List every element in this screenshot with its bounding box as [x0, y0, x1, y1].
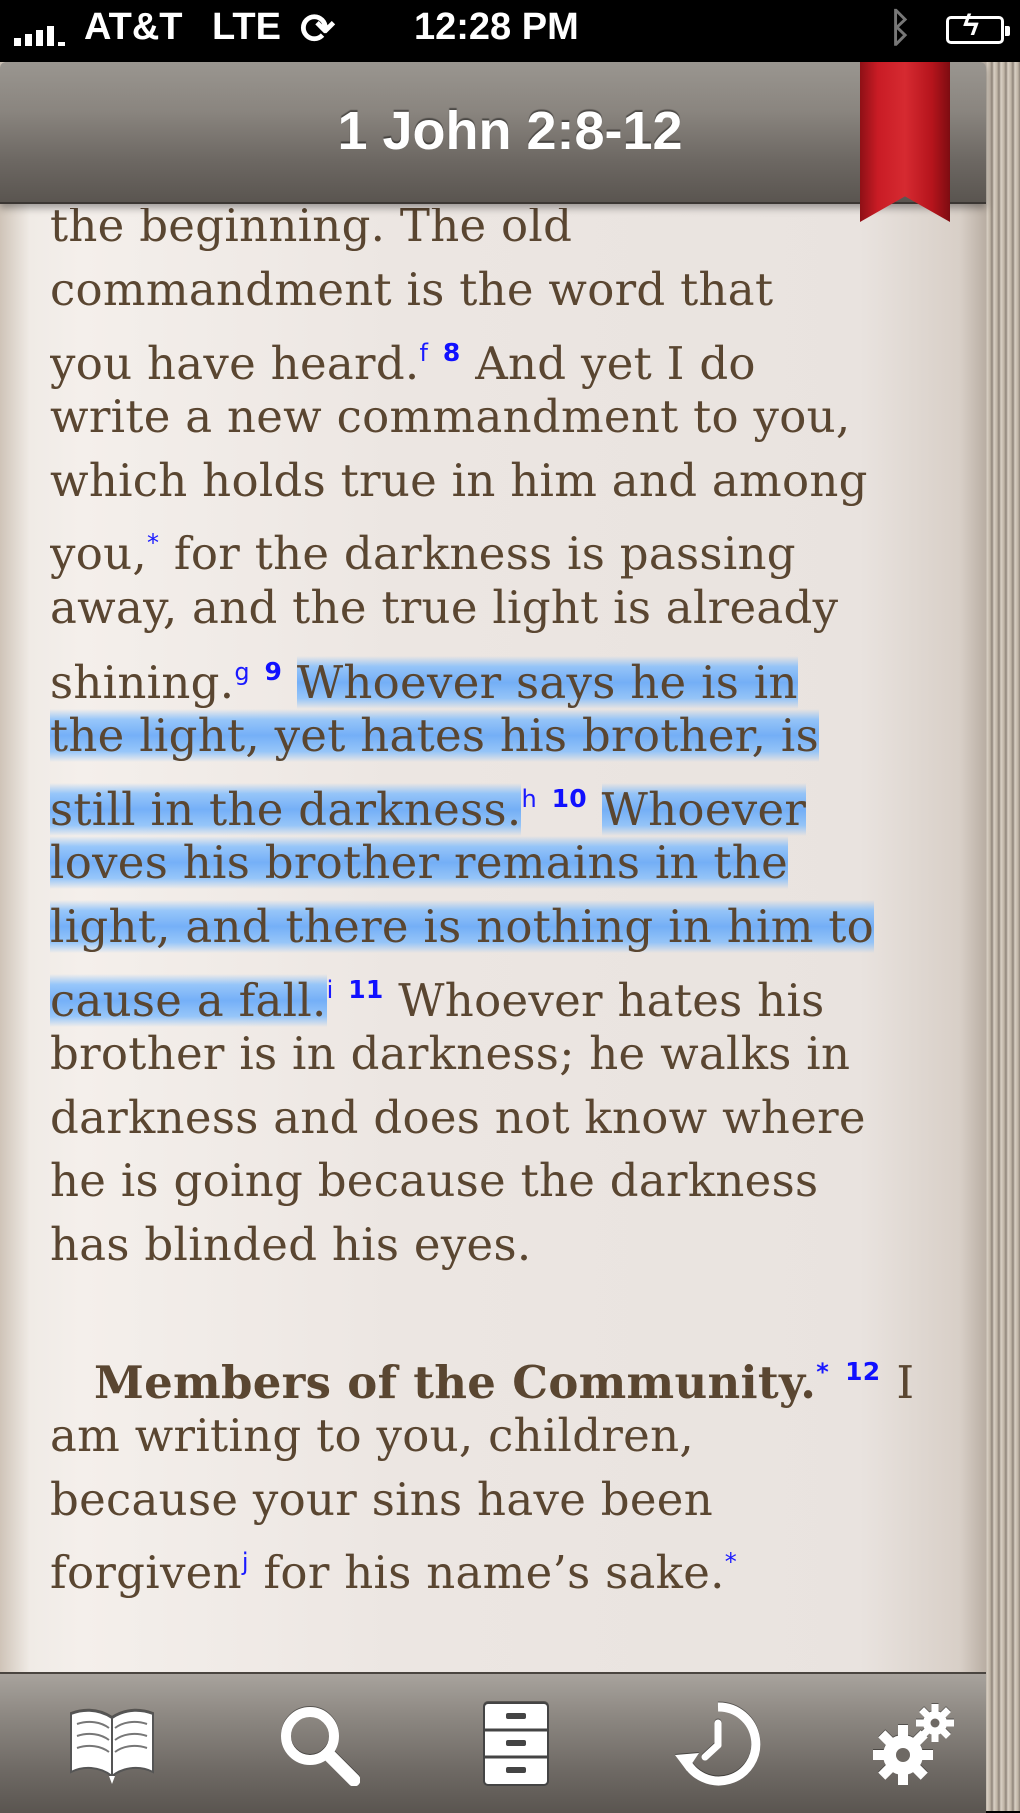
highlighted-text[interactable]: light, and there is nothing in him to — [50, 899, 875, 953]
section-heading: Members of the Community. — [94, 1356, 817, 1410]
verse-number: 10 — [551, 784, 587, 814]
highlighted-text[interactable]: the light, yet hates his brother, is — [50, 708, 819, 762]
page: the beginning. The old commandment is th… — [0, 62, 986, 1672]
bluetooth-icon: ᛒ — [888, 6, 912, 50]
text-line: has blinded his eyes. — [50, 1218, 532, 1271]
text-line: commandment is the word that — [50, 262, 774, 316]
text-run: shining. — [50, 655, 235, 709]
text-run: I — [896, 1356, 915, 1410]
text-line: darkness and does not know where — [50, 1090, 866, 1144]
text-line: he is going because the darkness — [50, 1154, 819, 1208]
text-line: brother is in darkness; he walks in — [50, 1026, 851, 1080]
signal-strength-icon — [14, 20, 65, 46]
notes-button[interactable] — [468, 1696, 564, 1792]
text-run: forgiven — [50, 1546, 242, 1600]
open-book-icon — [70, 1709, 154, 1784]
text-line: forgivenj for his name’s sake.* — [50, 1531, 915, 1599]
reader-view: the beginning. The old commandment is th… — [0, 62, 1020, 1813]
footnote-marker[interactable]: h — [521, 785, 537, 813]
history-clock-icon — [675, 1702, 761, 1786]
highlighted-text[interactable]: cause a fall. — [50, 974, 327, 1028]
battery-charging-icon: ϟ — [946, 9, 1010, 44]
verse-number: 8 — [442, 338, 461, 368]
page-edges — [980, 62, 1020, 1811]
clock: 12:28 PM — [414, 6, 579, 48]
highlighted-text[interactable]: still in the darkness. — [50, 783, 522, 837]
library-button[interactable] — [64, 1696, 160, 1792]
text-line: the light, yet hates his brother, is — [50, 704, 915, 768]
text-line: light, and there is nothing in him to — [50, 895, 915, 959]
text-line: still in the darkness.h 10 Whoever — [50, 767, 915, 837]
text-run: you have heard. — [50, 337, 420, 391]
history-button[interactable] — [670, 1696, 766, 1792]
footnote-marker[interactable]: i — [327, 976, 334, 1004]
file-cabinet-icon — [483, 1702, 549, 1786]
text-line: because your sins have been — [50, 1472, 713, 1526]
text-line: shining.g 9 Whoever says he is in — [50, 640, 915, 709]
text-run: Whoever hates his — [398, 974, 825, 1028]
text-line: you have heard.f 8 And yet I do — [50, 321, 915, 390]
settings-button[interactable] — [866, 1696, 962, 1792]
search-icon — [281, 1707, 360, 1786]
bottom-toolbar — [0, 1672, 986, 1813]
gears-icon — [873, 1704, 954, 1785]
footnote-marker[interactable]: g — [234, 658, 250, 686]
text-line: Members of the Community.* 12 I — [50, 1340, 915, 1409]
highlighted-text[interactable]: loves his brother remains in the — [50, 835, 789, 889]
highlighted-text[interactable]: Whoever says he is in — [296, 655, 798, 709]
verse-number: 12 — [845, 1357, 881, 1387]
verse-number: 11 — [348, 975, 384, 1005]
text-line: write a new commandment to you, — [50, 390, 851, 444]
footnote-marker[interactable]: * — [816, 1358, 829, 1386]
sync-icon: ⟳ — [300, 5, 336, 52]
highlighted-text[interactable]: Whoever — [601, 783, 807, 837]
text-line: cause a fall.i 11 Whoever hates his — [50, 958, 915, 1028]
footnote-marker[interactable]: f — [420, 339, 429, 367]
text-line: away, and the true light is already — [50, 581, 839, 635]
search-button[interactable] — [270, 1696, 366, 1792]
text-run: for the darkness is passing — [159, 527, 796, 581]
carrier-label: AT&T — [84, 6, 183, 48]
text-line: am writing to you, children, — [50, 1409, 694, 1463]
network-type: LTE — [212, 6, 281, 48]
text-run: And yet I do — [475, 337, 756, 391]
status-bar: AT&T LTE ⟳ 12:28 PM ᛒ ϟ — [0, 0, 1020, 62]
text-line: you,* for the darkness is passing — [50, 512, 915, 580]
text-run: you, — [50, 527, 148, 581]
footnote-marker[interactable]: * — [147, 529, 159, 557]
text-line: the beginning. The old — [50, 208, 573, 252]
text-line: which holds true in him and among — [50, 453, 868, 507]
footnote-marker[interactable]: * — [725, 1548, 737, 1576]
text-line: loves his brother remains in the — [50, 831, 915, 895]
text-run: for his name’s sake. — [248, 1546, 725, 1600]
scripture-text[interactable]: the beginning. The old commandment is th… — [50, 208, 980, 1668]
footnote-marker[interactable]: j — [242, 1548, 249, 1576]
verse-number: 9 — [264, 656, 283, 686]
